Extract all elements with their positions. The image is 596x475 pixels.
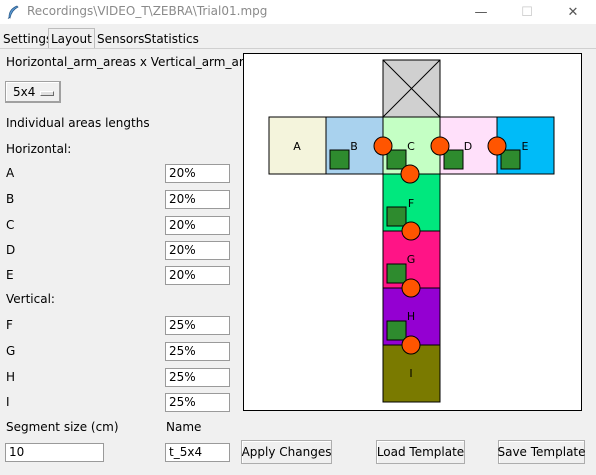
maze-label-f: F xyxy=(408,197,414,210)
area-g-label: G xyxy=(6,344,16,358)
template-name-field[interactable]: t_5x4 xyxy=(165,443,230,462)
maximize-icon: ☐ xyxy=(521,4,533,20)
tab-bar: Settings Layout Sensors Statistics xyxy=(0,28,596,49)
area-h-field[interactable]: 25% xyxy=(165,368,230,387)
sensor-square xyxy=(329,149,350,170)
arm-areas-dropdown[interactable]: 5x4 xyxy=(5,81,61,103)
sensor-square xyxy=(386,206,407,227)
apply-changes-button[interactable]: Apply Changes xyxy=(241,440,332,464)
arm-areas-label: Horizontal_arm_areas x Vertical_arm_area… xyxy=(6,55,265,69)
title-bar: Recordings\VIDEO_T\ZEBRA\Trial01.mpg — ☐… xyxy=(0,0,596,24)
area-b-field[interactable]: 20% xyxy=(165,190,230,209)
area-b-label: B xyxy=(6,192,15,206)
maze-label-e: E xyxy=(522,140,529,153)
area-d-label: D xyxy=(6,243,16,257)
segment-size-label: Segment size (cm) xyxy=(6,420,119,434)
vertical-label: Vertical: xyxy=(6,292,55,306)
area-e-label: E xyxy=(6,268,14,282)
area-i-label: I xyxy=(6,395,10,409)
area-f-label: F xyxy=(6,318,13,332)
save-template-button[interactable]: Save Template xyxy=(497,440,586,464)
area-d-field[interactable]: 20% xyxy=(165,241,230,260)
area-c-label: C xyxy=(6,218,15,232)
segment-size-field[interactable]: 10 xyxy=(5,443,104,462)
arm-areas-value: 5x4 xyxy=(13,85,36,99)
area-a-field[interactable]: 20% xyxy=(165,164,230,183)
maze-label-b: B xyxy=(350,140,358,153)
minimize-icon: — xyxy=(474,4,488,20)
tab-layout[interactable]: Layout xyxy=(48,28,95,49)
sensor-circle xyxy=(487,136,507,156)
name-label: Name xyxy=(166,420,202,434)
maze-label-i: I xyxy=(409,367,412,380)
close-icon: ✕ xyxy=(567,4,579,20)
load-template-button[interactable]: Load Template xyxy=(376,440,465,464)
area-a-label: A xyxy=(6,166,15,180)
area-c-field[interactable]: 20% xyxy=(165,216,230,235)
sensor-square xyxy=(386,320,407,341)
maze-diagram: A B C D E F G H I xyxy=(268,59,555,403)
area-i-field[interactable]: 25% xyxy=(165,393,230,412)
sensor-circle xyxy=(400,164,420,184)
sensor-square xyxy=(443,149,464,170)
sensor-square xyxy=(500,149,521,170)
individual-lengths-label: Individual areas lengths xyxy=(6,116,150,130)
tab-sensors[interactable]: Sensors xyxy=(95,30,146,49)
dropdown-indicator-icon xyxy=(40,91,54,96)
area-h-label: H xyxy=(6,370,16,384)
minimize-button[interactable]: — xyxy=(458,0,504,24)
tab-divider xyxy=(0,48,596,49)
close-button[interactable]: ✕ xyxy=(550,0,596,24)
tab-statistics[interactable]: Statistics xyxy=(142,30,201,49)
area-g-field[interactable]: 25% xyxy=(165,342,230,361)
sensor-circle xyxy=(401,278,421,298)
maximize-button[interactable]: ☐ xyxy=(504,0,550,24)
sensor-circle xyxy=(373,136,393,156)
maze-label-h: H xyxy=(407,310,415,323)
window-title: Recordings\VIDEO_T\ZEBRA\Trial01.mpg xyxy=(27,4,268,18)
area-e-field[interactable]: 20% xyxy=(165,266,230,285)
sensor-square xyxy=(386,263,407,284)
sensor-square xyxy=(386,149,407,170)
area-f-field[interactable]: 25% xyxy=(165,316,230,335)
maze-canvas[interactable]: A B C D E F G H I xyxy=(243,53,582,411)
maze-label-g: G xyxy=(407,253,416,266)
tab-settings[interactable]: Settings xyxy=(1,30,54,49)
maze-label-c: C xyxy=(407,140,415,153)
horizontal-label: Horizontal: xyxy=(6,142,72,156)
maze-label-d: D xyxy=(464,140,472,153)
app-feather-icon xyxy=(7,5,19,19)
sensor-circle xyxy=(401,335,421,355)
sensor-circle xyxy=(430,136,450,156)
maze-label-a: A xyxy=(293,140,301,153)
sensor-circle xyxy=(401,221,421,241)
